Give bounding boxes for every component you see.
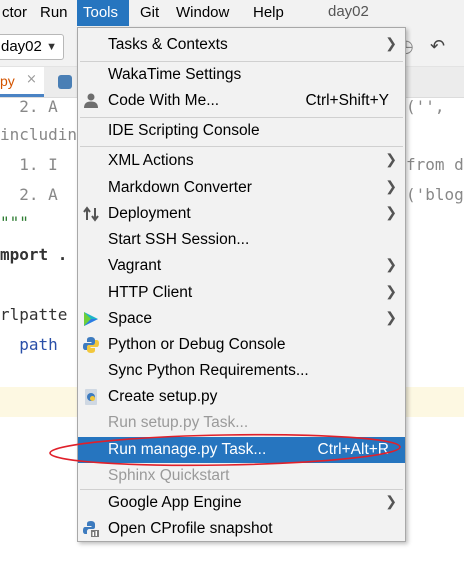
code-line: 2. A — [0, 185, 58, 204]
menu-item-label: Sphinx Quickstart — [108, 467, 230, 484]
menu-item-shortcut: Ctrl+Alt+R — [317, 441, 390, 458]
python-file-icon — [85, 389, 97, 405]
profiler-icon — [83, 521, 99, 537]
submenu-arrow-icon: ❯ — [385, 178, 397, 194]
menu-item-run-setup-py-task: Run setup.py Task... — [78, 410, 405, 436]
menu-item-label: Run setup.py Task... — [108, 414, 249, 431]
submenu-arrow-icon: ❯ — [385, 283, 397, 299]
menu-item-tasks-contexts[interactable]: Tasks & Contexts ❯ — [78, 32, 405, 58]
menu-item-label: Start SSH Session... — [108, 231, 250, 248]
menu-git[interactable]: Git — [140, 0, 159, 26]
menu-item-open-cprofile-snapshot[interactable]: Open CProfile snapshot — [78, 516, 405, 542]
submenu-arrow-icon: ❯ — [385, 309, 397, 325]
code-line: """ — [0, 213, 29, 232]
chevron-down-icon: ▼ — [46, 41, 57, 53]
menu-item-python-debug-console[interactable]: Python or Debug Console — [78, 332, 405, 358]
menu-item-label: Markdown Converter — [108, 179, 252, 196]
space-icon — [84, 312, 98, 326]
menu-item-sync-python-requirements[interactable]: Sync Python Requirements... — [78, 358, 405, 384]
menu-item-create-setup-py[interactable]: Create setup.py — [78, 384, 405, 410]
menu-run[interactable]: Run — [40, 0, 68, 26]
menu-item-markdown-converter[interactable]: Markdown Converter ❯ — [78, 175, 405, 201]
menu-item-xml-actions[interactable]: XML Actions ❯ — [78, 148, 405, 174]
tab-label: py — [0, 73, 15, 89]
deployment-icon — [83, 206, 99, 222]
code-fragment: from d — [406, 155, 464, 174]
submenu-arrow-icon: ❯ — [385, 35, 397, 51]
menu-window[interactable]: Window — [176, 0, 229, 26]
submenu-arrow-icon: ❯ — [385, 256, 397, 272]
menu-item-run-manage-py-task[interactable]: Run manage.py Task... Ctrl+Alt+R — [78, 437, 405, 463]
menu-item-label: Open CProfile snapshot — [108, 520, 273, 537]
code-line: mport . — [0, 245, 68, 264]
menu-item-http-client[interactable]: HTTP Client ❯ — [78, 280, 405, 306]
menu-view[interactable]: ctor — [0, 0, 34, 26]
menu-item-ide-scripting-console[interactable]: IDE Scripting Console — [78, 118, 405, 144]
menu-item-deployment[interactable]: Deployment ❯ — [78, 201, 405, 227]
menu-item-label: Sync Python Requirements... — [108, 362, 309, 379]
submenu-arrow-icon: ❯ — [385, 204, 397, 220]
menu-bar: ctor Run Tools Git Window Help day02 — [0, 0, 464, 26]
menu-item-label: Python or Debug Console — [108, 336, 286, 353]
code-line: 1. I — [0, 155, 58, 174]
code-fragment: ('', — [406, 97, 455, 116]
menu-item-label: Google App Engine — [108, 494, 242, 511]
code-line: rlpatte — [0, 305, 68, 324]
menu-separator — [80, 146, 403, 147]
menu-item-label: XML Actions — [108, 152, 194, 169]
menu-item-label: WakaTime Settings — [108, 66, 242, 83]
python-file-icon[interactable] — [58, 75, 72, 89]
project-selector-label: day02 — [1, 38, 42, 55]
menu-item-label: Create setup.py — [108, 388, 218, 405]
menu-item-sphinx-quickstart: Sphinx Quickstart — [78, 463, 405, 489]
menu-item-label: Tasks & Contexts — [108, 36, 228, 53]
submenu-arrow-icon: ❯ — [385, 493, 397, 509]
tab-active[interactable]: py × — [0, 67, 44, 97]
tools-menu: Tasks & Contexts ❯ WakaTime Settings Cod… — [77, 27, 406, 542]
menu-item-wakatime-settings[interactable]: WakaTime Settings — [78, 62, 405, 88]
menu-item-label: Code With Me... — [108, 92, 220, 109]
menu-item-label: HTTP Client — [108, 284, 193, 301]
python-icon — [83, 337, 99, 353]
menu-item-start-ssh-session[interactable]: Start SSH Session... — [78, 227, 405, 253]
close-icon[interactable]: × — [26, 72, 37, 87]
code-fragment: ('blog — [406, 185, 464, 204]
code-line: 2. A — [0, 97, 58, 116]
project-selector[interactable]: day02 ▼ — [0, 34, 64, 60]
menu-item-label: Space — [108, 310, 152, 327]
person-icon — [84, 93, 98, 108]
menu-item-space[interactable]: Space ❯ — [78, 306, 405, 332]
undo-icon[interactable]: ↶ — [430, 36, 445, 57]
code-line: path — [0, 335, 58, 354]
menu-item-shortcut: Ctrl+Shift+Y — [305, 92, 389, 109]
code-line: includin — [0, 125, 78, 144]
window-title: day02 — [328, 3, 369, 20]
menu-item-label: Deployment — [108, 205, 191, 222]
menu-item-code-with-me[interactable]: Code With Me... Ctrl+Shift+Y — [78, 88, 405, 114]
menu-item-label: Run manage.py Task... — [108, 441, 267, 458]
menu-item-label: Vagrant — [108, 257, 162, 274]
menu-help[interactable]: Help — [253, 0, 284, 26]
menu-tools[interactable]: Tools — [77, 0, 129, 26]
menu-item-google-app-engine[interactable]: Google App Engine ❯ — [78, 490, 405, 516]
menu-item-label: IDE Scripting Console — [108, 122, 260, 139]
menu-item-vagrant[interactable]: Vagrant ❯ — [78, 253, 405, 279]
submenu-arrow-icon: ❯ — [385, 151, 397, 167]
